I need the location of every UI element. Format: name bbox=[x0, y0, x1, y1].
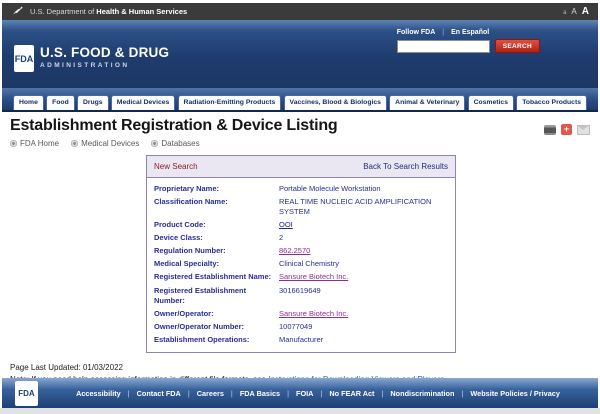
footer-link[interactable]: Careers bbox=[197, 389, 240, 398]
hhs-top-bar: U.S. Department of Health & Human Servic… bbox=[2, 3, 598, 20]
footer-link[interactable]: Nondiscrimination bbox=[390, 389, 470, 398]
site-title: U.S. FOOD & DRUG bbox=[40, 45, 169, 60]
detail-label: Medical Specialty: bbox=[154, 259, 279, 269]
detail-value: Manufacturer bbox=[279, 335, 448, 345]
page-title: Establishment Registration & Device List… bbox=[10, 117, 337, 135]
print-icon[interactable] bbox=[544, 125, 556, 135]
follow-fda-link[interactable]: Follow FDA bbox=[397, 29, 436, 36]
back-to-search-results-link[interactable]: Back To Search Results bbox=[363, 162, 448, 171]
en-espanol-link[interactable]: En Español bbox=[451, 29, 489, 36]
detail-label: Owner/Operator Number: bbox=[154, 322, 279, 332]
site-header: FDA U.S. FOOD & DRUG ADMINISTRATION Foll… bbox=[2, 20, 598, 88]
main-content: Establishment Registration & Device List… bbox=[2, 114, 598, 378]
search-input[interactable] bbox=[397, 40, 490, 53]
detail-value: 2 bbox=[279, 233, 448, 243]
detail-label: Registered Establishment Number: bbox=[154, 286, 279, 306]
footer-link[interactable]: FDA Basics bbox=[240, 389, 296, 398]
breadcrumb: FDA Home Medical Devices Databases bbox=[10, 139, 337, 148]
detail-value: REAL TIME NUCLEIC ACID AMPLIFICATION SYS… bbox=[279, 197, 448, 217]
detail-label: Classification Name: bbox=[154, 197, 279, 217]
nav-tab[interactable]: Cosmetics bbox=[468, 95, 514, 110]
nav-tab[interactable]: Medical Devices bbox=[111, 95, 176, 110]
share-icon[interactable]: + bbox=[561, 124, 572, 135]
detail-row: Establishment Operations: Manufacturer bbox=[147, 334, 455, 347]
detail-label: Device Class: bbox=[154, 233, 279, 243]
footer-link[interactable]: Website Policies / Privacy bbox=[470, 389, 560, 398]
detail-label: Product Code: bbox=[154, 220, 279, 230]
footer-link[interactable]: Accessibility bbox=[76, 389, 137, 398]
fda-brand[interactable]: FDA U.S. FOOD & DRUG ADMINISTRATION bbox=[14, 45, 169, 72]
new-search-link[interactable]: New Search bbox=[154, 162, 198, 171]
nav-tab[interactable]: Home bbox=[13, 95, 44, 110]
device-detail-panel: New Search Back To Search Results Propri… bbox=[146, 155, 456, 353]
site-subtitle: ADMINISTRATION bbox=[40, 62, 169, 69]
detail-value[interactable]: OOI bbox=[279, 220, 448, 230]
nav-tab[interactable]: Radiation-Emitting Products bbox=[178, 95, 282, 110]
font-size-medium-button[interactable]: A bbox=[571, 7, 576, 16]
detail-row: Registered Establishment Number: 3016619… bbox=[147, 284, 455, 307]
fda-logo[interactable]: FDA bbox=[14, 45, 34, 72]
nav-tab[interactable]: Food bbox=[46, 95, 75, 110]
breadcrumb-item[interactable]: FDA Home bbox=[10, 139, 59, 148]
detail-row: Classification Name: REAL TIME NUCLEIC A… bbox=[147, 195, 455, 218]
breadcrumb-bullet-icon bbox=[71, 140, 78, 147]
detail-row: Device Class: 2 bbox=[147, 232, 455, 245]
site-footer: FDA AccessibilityContact FDACareersFDA B… bbox=[2, 378, 598, 408]
breadcrumb-bullet-icon bbox=[151, 140, 158, 147]
detail-value[interactable]: 862.2570 bbox=[279, 246, 448, 256]
detail-row: Proprietary Name: Portable Molecule Work… bbox=[147, 182, 455, 195]
hhs-eagle-icon bbox=[11, 5, 24, 18]
detail-label: Owner/Operator: bbox=[154, 309, 279, 319]
hhs-department-label: U.S. Department of Health & Human Servic… bbox=[30, 7, 187, 16]
footer-link[interactable]: No FEAR Act bbox=[329, 389, 390, 398]
footer-links: AccessibilityContact FDACareersFDA Basic… bbox=[38, 389, 598, 398]
detail-value[interactable]: Sansure Biotech Inc. bbox=[279, 309, 448, 319]
nav-tab[interactable]: Tobacco Products bbox=[516, 95, 587, 110]
primary-nav: HomeFoodDrugsMedical DevicesRadiation-Em… bbox=[2, 88, 598, 112]
footer-link[interactable]: FOIA bbox=[296, 389, 329, 398]
breadcrumb-bullet-icon bbox=[10, 140, 17, 147]
detail-row: Owner/Operator: Sansure Biotech Inc. bbox=[147, 307, 455, 320]
detail-row: Owner/Operator Number: 10077049 bbox=[147, 320, 455, 333]
breadcrumb-item[interactable]: Databases bbox=[151, 139, 199, 148]
bottom-strip bbox=[0, 408, 600, 414]
font-size-small-button[interactable]: a bbox=[563, 10, 566, 16]
page-last-updated: Page Last Updated: 01/03/2022 bbox=[10, 362, 590, 374]
detail-value: Portable Molecule Workstation bbox=[279, 184, 448, 194]
detail-value: Clinical Chemistry bbox=[279, 259, 448, 269]
detail-row: Product Code: OOI bbox=[147, 218, 455, 231]
nav-tab[interactable]: Animal & Veterinary bbox=[389, 95, 465, 110]
detail-label: Regulation Number: bbox=[154, 246, 279, 256]
breadcrumb-item[interactable]: Medical Devices bbox=[71, 139, 139, 148]
fda-page: U.S. Department of Health & Human Servic… bbox=[0, 0, 600, 414]
email-icon[interactable] bbox=[577, 125, 590, 135]
detail-row: Regulation Number: 862.2570 bbox=[147, 245, 455, 258]
detail-row: Medical Specialty: Clinical Chemistry bbox=[147, 258, 455, 271]
footer-link[interactable]: Contact FDA bbox=[137, 389, 197, 398]
search-button[interactable]: SEARCH bbox=[495, 39, 540, 53]
detail-label: Establishment Operations: bbox=[154, 335, 279, 345]
detail-label: Proprietary Name: bbox=[154, 184, 279, 194]
font-size-controls: a A A bbox=[563, 6, 589, 17]
detail-value: 10077049 bbox=[279, 322, 448, 332]
nav-tab[interactable]: Drugs bbox=[77, 95, 109, 110]
footer-fda-logo[interactable]: FDA bbox=[15, 381, 38, 406]
device-detail-table: Proprietary Name: Portable Molecule Work… bbox=[147, 178, 455, 352]
nav-tab[interactable]: Vaccines, Blood & Biologics bbox=[284, 95, 387, 110]
detail-label: Registered Establishment Name: bbox=[154, 272, 279, 282]
font-size-large-button[interactable]: A bbox=[582, 6, 589, 17]
detail-value: 3016619649 bbox=[279, 286, 448, 306]
detail-row: Registered Establishment Name: Sansure B… bbox=[147, 271, 455, 284]
detail-value[interactable]: Sansure Biotech Inc. bbox=[279, 272, 448, 282]
